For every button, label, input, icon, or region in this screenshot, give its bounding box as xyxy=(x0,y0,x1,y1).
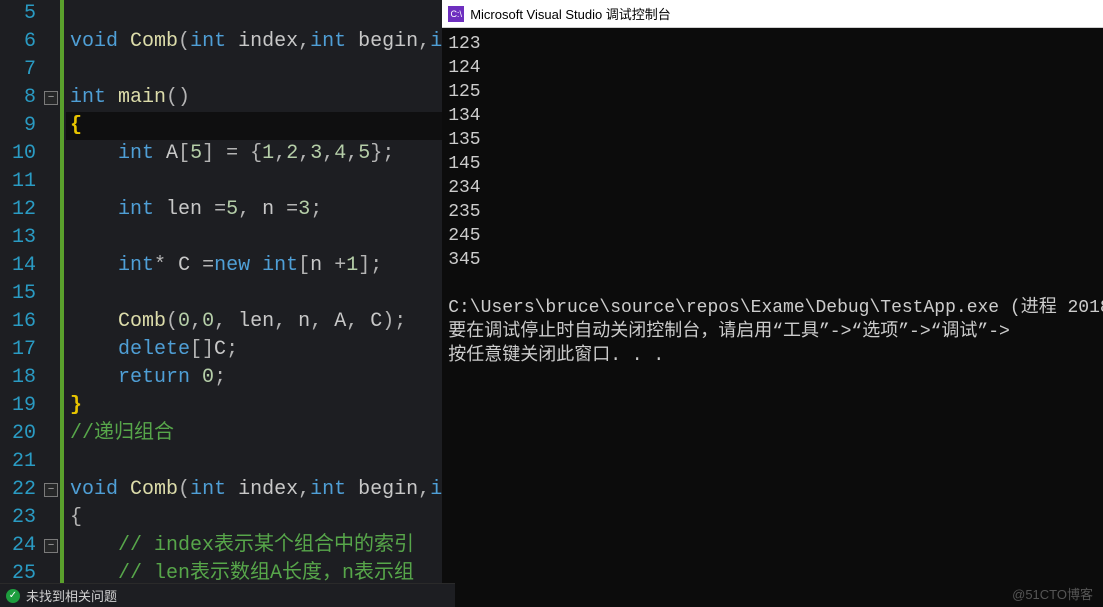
line-number: 19 xyxy=(0,392,42,420)
console-line: 235 xyxy=(448,200,1103,224)
code-line[interactable] xyxy=(66,448,442,476)
line-number: 23 xyxy=(0,504,42,532)
line-number: 21 xyxy=(0,448,42,476)
fold-toggle[interactable]: − xyxy=(44,539,58,553)
change-indicator-bar xyxy=(60,0,64,607)
console-title-bar[interactable]: C:\ Microsoft Visual Studio 调试控制台 xyxy=(442,0,1103,28)
line-number: 14 xyxy=(0,252,42,280)
check-icon: ✓ xyxy=(6,589,20,603)
code-line[interactable]: return 0; xyxy=(66,364,442,392)
console-line: 234 xyxy=(448,176,1103,200)
line-number: 11 xyxy=(0,168,42,196)
code-line[interactable]: int* C =new int[n +1]; xyxy=(66,252,442,280)
status-text: 未找到相关问题 xyxy=(26,586,117,605)
code-line[interactable] xyxy=(66,224,442,252)
console-title: Microsoft Visual Studio 调试控制台 xyxy=(470,4,671,23)
code-line[interactable]: void Comb(int index,int begin,i xyxy=(66,28,442,56)
console-line: C:\Users\bruce\source\repos\Exame\Debug\… xyxy=(448,296,1103,320)
line-number: 20 xyxy=(0,420,42,448)
code-line[interactable]: { xyxy=(66,504,442,532)
line-number: 13 xyxy=(0,224,42,252)
line-number: 22 xyxy=(0,476,42,504)
fold-toggle[interactable]: − xyxy=(44,91,58,105)
code-line[interactable]: //递归组合 xyxy=(66,420,442,448)
line-number: 10 xyxy=(0,140,42,168)
console-line: 125 xyxy=(448,80,1103,104)
code-line[interactable]: int len =5, n =3; xyxy=(66,196,442,224)
console-line: 135 xyxy=(448,128,1103,152)
fold-toggle[interactable]: − xyxy=(44,483,58,497)
line-number: 18 xyxy=(0,364,42,392)
console-line: 123 xyxy=(448,32,1103,56)
watermark: @51CTO博客 xyxy=(1012,584,1093,603)
line-number: 5 xyxy=(0,0,42,28)
code-line[interactable]: delete[]C; xyxy=(66,336,442,364)
line-number: 17 xyxy=(0,336,42,364)
code-line[interactable] xyxy=(66,280,442,308)
code-line[interactable] xyxy=(66,168,442,196)
console-line: 124 xyxy=(448,56,1103,80)
console-line xyxy=(448,272,1103,296)
line-number: 12 xyxy=(0,196,42,224)
console-line: 345 xyxy=(448,248,1103,272)
console-line: 要在调试停止时自动关闭控制台，请启用“工具”->“选项”->“调试”-> xyxy=(448,320,1103,344)
console-line: 按任意键关闭此窗口. . . xyxy=(448,344,1103,368)
code-line[interactable]: int A[5] = {1,2,3,4,5}; xyxy=(66,140,442,168)
line-number-gutter: 5678910111213141516171819202122232425 xyxy=(0,0,42,607)
line-number: 24 xyxy=(0,532,42,560)
code-editor[interactable]: 5678910111213141516171819202122232425 −−… xyxy=(0,0,442,607)
code-line[interactable]: // index表示某个组合中的索引 xyxy=(66,532,442,560)
code-line[interactable]: int main() xyxy=(66,84,442,112)
line-number: 6 xyxy=(0,28,42,56)
line-number: 9 xyxy=(0,112,42,140)
line-number: 8 xyxy=(0,84,42,112)
console-output[interactable]: 123124125134135145234235245345 C:\Users\… xyxy=(442,28,1103,607)
console-line: 145 xyxy=(448,152,1103,176)
line-number: 16 xyxy=(0,308,42,336)
code-line[interactable]: void Comb(int index,int begin,i xyxy=(66,476,442,504)
code-line[interactable] xyxy=(66,0,442,28)
console-line: 245 xyxy=(448,224,1103,248)
code-line[interactable] xyxy=(66,56,442,84)
status-bar: ✓ 未找到相关问题 xyxy=(0,583,455,607)
line-number: 7 xyxy=(0,56,42,84)
line-number: 15 xyxy=(0,280,42,308)
code-line[interactable]: { xyxy=(66,112,442,140)
vs-console-icon: C:\ xyxy=(448,6,464,22)
console-line: 134 xyxy=(448,104,1103,128)
code-area[interactable]: void Comb(int index,int begin,i int main… xyxy=(66,0,442,607)
debug-console-window[interactable]: C:\ Microsoft Visual Studio 调试控制台 123124… xyxy=(442,0,1103,607)
code-line[interactable]: } xyxy=(66,392,442,420)
code-line[interactable]: Comb(0,0, len, n, A, C); xyxy=(66,308,442,336)
